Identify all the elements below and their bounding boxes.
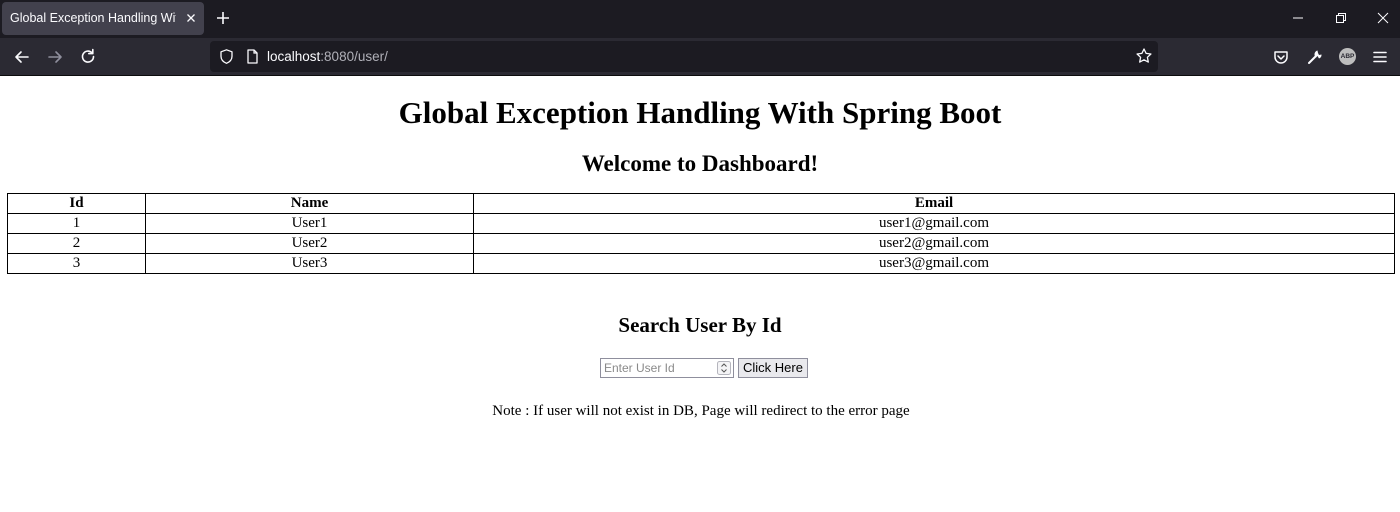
user-id-field[interactable] (600, 358, 734, 378)
shield-icon[interactable] (218, 48, 235, 65)
table-row: 2 User2 user2@gmail.com (7, 233, 1395, 254)
tab-strip: Global Exception Handling With Sp (0, 0, 1400, 38)
restore-icon[interactable] (1332, 9, 1350, 27)
plus-icon[interactable] (213, 8, 233, 28)
url-text[interactable]: localhost:8080/user/ (267, 49, 388, 64)
star-icon[interactable] (1135, 47, 1153, 65)
url-host: localhost (267, 49, 321, 64)
arrow-right-icon[interactable] (45, 47, 65, 67)
column-header-name: Name (145, 193, 474, 214)
page-title: Global Exception Handling With Spring Bo… (398, 95, 1002, 130)
tab-title: Global Exception Handling With Sp (10, 11, 176, 25)
table-header-row: Id Name Email (7, 193, 1395, 214)
page-icon[interactable] (244, 48, 261, 65)
close-icon[interactable] (183, 10, 199, 26)
adblock-plus-icon[interactable]: ABP (1339, 48, 1356, 65)
address-bar[interactable]: localhost:8080/user/ (210, 41, 1158, 72)
search-heading: Search User By Id (618, 313, 782, 337)
cell-name: User1 (145, 213, 474, 234)
cell-email: user1@gmail.com (473, 213, 1395, 234)
cell-id: 3 (7, 253, 146, 274)
users-table: Id Name Email 1 User1 user1@gmail.com 2 … (7, 193, 1395, 274)
cell-id: 2 (7, 233, 146, 254)
cell-name: User3 (145, 253, 474, 274)
page-subtitle: Welcome to Dashboard! (581, 151, 819, 176)
table-row: 3 User3 user3@gmail.com (7, 253, 1395, 274)
user-id-input[interactable] (604, 360, 712, 376)
table-row: 1 User1 user1@gmail.com (7, 213, 1395, 234)
url-path: :8080/user/ (320, 49, 388, 64)
cell-email: user2@gmail.com (473, 233, 1395, 254)
minimize-icon[interactable] (1289, 9, 1307, 27)
close-window-icon[interactable] (1374, 9, 1392, 27)
hamburger-icon[interactable] (1370, 47, 1390, 67)
column-header-id: Id (7, 193, 146, 214)
search-submit-button[interactable]: Click Here (738, 358, 808, 378)
wrench-icon[interactable] (1305, 47, 1325, 67)
cell-email: user3@gmail.com (473, 253, 1395, 274)
note-text: Note : If user will not exist in DB, Pag… (492, 403, 910, 419)
arrow-left-icon[interactable] (12, 47, 32, 67)
pocket-icon[interactable] (1271, 47, 1291, 67)
spinner-arrows-icon[interactable] (717, 361, 731, 375)
cell-id: 1 (7, 213, 146, 234)
navigation-toolbar: localhost:8080/user/ ABP (0, 38, 1400, 76)
browser-tab[interactable]: Global Exception Handling With Sp (2, 2, 204, 35)
page-content: Global Exception Handling With Spring Bo… (0, 76, 1400, 512)
column-header-email: Email (473, 193, 1395, 214)
reload-icon[interactable] (78, 47, 98, 67)
cell-name: User2 (145, 233, 474, 254)
